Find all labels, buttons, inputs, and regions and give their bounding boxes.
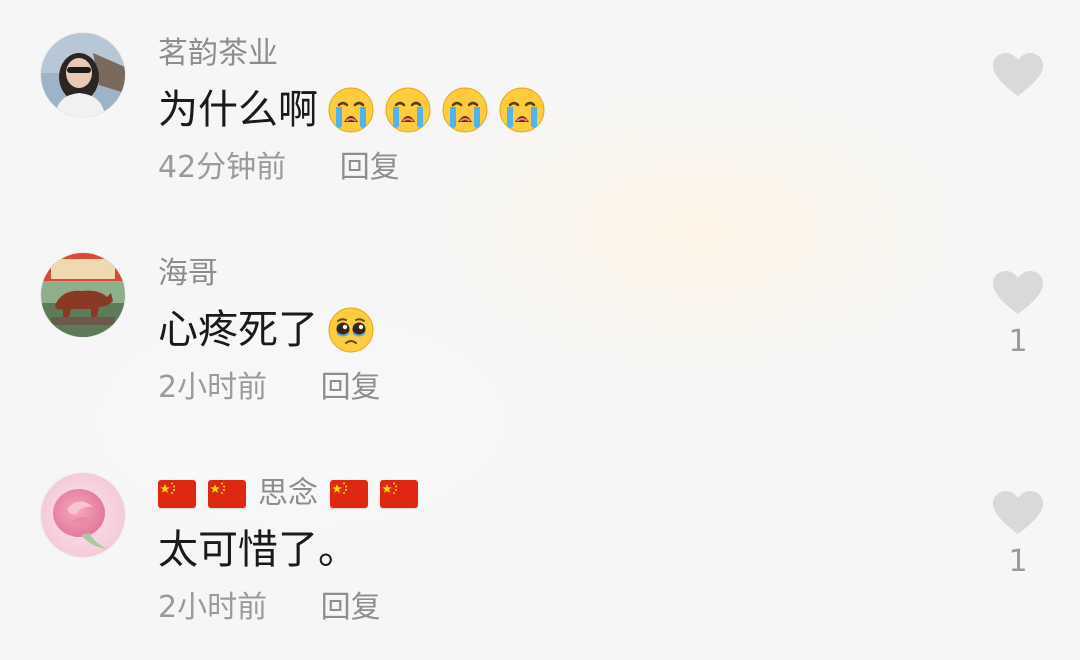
heart-icon [993,491,1043,534]
username[interactable]: 思念 [258,474,318,514]
comment-meta: 2小时前 回复 [158,588,381,628]
loudly-crying-face-icon [384,86,432,134]
comment-item: 思念 太可惜了。 2小时前 回复 1 [0,440,1080,660]
heart-icon [993,53,1043,96]
flag-group [158,480,246,508]
like-button[interactable] [992,52,1044,98]
reply-button[interactable]: 回复 [321,590,381,625]
china-flag-icon [330,480,368,508]
avatar[interactable] [41,33,125,117]
comment-time: 2小时前 [158,590,268,625]
like-count: 1 [1008,324,1028,359]
comment-time: 2小时前 [158,370,268,405]
comment-item: 茗韵茶业 为什么啊 42分钟前 回复 [0,0,1080,220]
china-flag-icon [208,480,246,508]
comment-meta: 42分钟前 回复 [158,148,400,188]
loudly-crying-face-icon [327,86,375,134]
reply-button[interactable]: 回复 [321,370,381,405]
avatar[interactable] [41,473,125,557]
like-button[interactable] [992,490,1044,536]
china-flag-icon [158,480,196,508]
flag-group [330,480,418,508]
like-count: 1 [1008,544,1028,579]
pleading-face-icon [327,306,375,354]
comment-item: 海哥 心疼死了 2小时前 回复 1 [0,220,1080,440]
comment-text-row: 为什么啊 [158,84,546,136]
comment-text: 太可惜了。 [158,527,358,573]
comment-text: 心疼死了 [158,307,318,353]
comment-time: 42分钟前 [158,150,287,185]
like-button[interactable] [992,270,1044,316]
username[interactable]: 茗韵茶业 [158,34,278,74]
comment-meta: 2小时前 回复 [158,368,381,408]
comment-text: 为什么啊 [158,87,318,133]
china-flag-icon [380,480,418,508]
username[interactable]: 海哥 [158,254,218,294]
username-row[interactable]: 思念 [158,474,418,514]
loudly-crying-face-icon [441,86,489,134]
heart-icon [993,271,1043,314]
avatar[interactable] [41,253,125,337]
reply-button[interactable]: 回复 [340,150,400,185]
loudly-crying-face-icon [498,86,546,134]
comment-text-row: 心疼死了 [158,304,375,356]
comment-text-row: 太可惜了。 [158,524,358,576]
